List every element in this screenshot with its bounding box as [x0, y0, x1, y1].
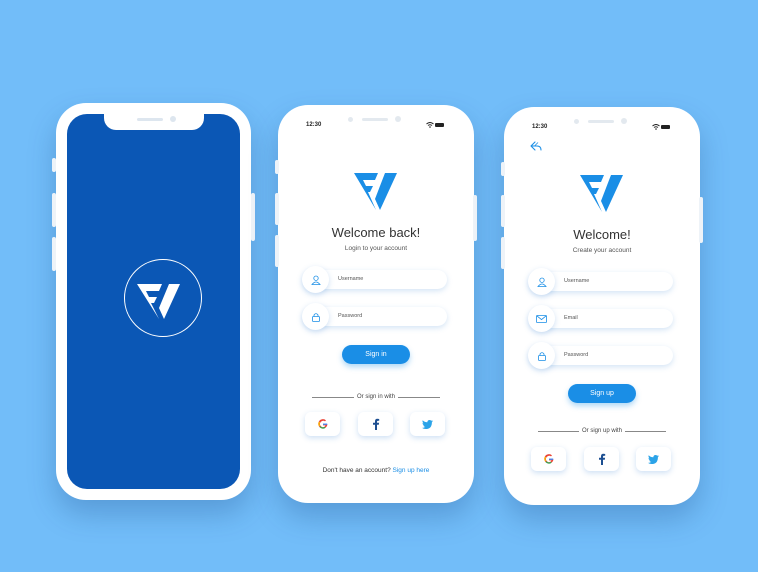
- username-field[interactable]: Username: [528, 268, 673, 295]
- google-icon: [543, 454, 553, 464]
- divider-text: Or sign up with: [581, 428, 623, 434]
- sensor: [574, 119, 579, 124]
- mail-icon: [528, 305, 555, 332]
- google-button[interactable]: [305, 412, 340, 436]
- speaker-grille: [588, 120, 614, 123]
- splash-screen: [67, 114, 240, 489]
- twitter-button[interactable]: [636, 447, 671, 471]
- brand-logo-icon: [136, 283, 180, 319]
- twitter-icon: [648, 454, 659, 464]
- google-button[interactable]: [531, 447, 566, 471]
- lock-icon: [302, 303, 329, 330]
- phone-notch: [103, 114, 204, 130]
- social-divider: Or sign up with: [538, 427, 666, 435]
- user-icon: [528, 268, 555, 295]
- facebook-icon: [372, 418, 379, 430]
- page-title: Welcome!: [573, 227, 631, 242]
- password-field[interactable]: Password: [302, 303, 447, 330]
- brand-logo-icon: [580, 175, 623, 212]
- status-bar: 12:30: [278, 105, 474, 135]
- phone-side-button: [501, 195, 505, 227]
- page-subtitle: Create your account: [572, 247, 632, 254]
- phone-side-button: [501, 162, 505, 176]
- sign-up-link[interactable]: Sign up here: [393, 467, 430, 474]
- page-subtitle: Login to your account: [344, 245, 408, 252]
- phone-side-button: [52, 193, 56, 227]
- username-placeholder: Username: [564, 278, 590, 284]
- status-time: 12:30: [306, 122, 322, 128]
- phone-side-button: [251, 193, 255, 241]
- phone-side-button: [52, 237, 56, 271]
- twitter-button[interactable]: [410, 412, 445, 436]
- sign-in-button[interactable]: Sign in: [342, 345, 410, 364]
- twitter-icon: [422, 419, 433, 429]
- signup-prompt-text: Don't have an account?: [322, 467, 391, 474]
- front-camera: [621, 118, 627, 124]
- front-camera: [169, 116, 176, 122]
- status-bar: 12:30: [504, 107, 700, 137]
- facebook-button[interactable]: [584, 447, 619, 471]
- front-camera: [395, 116, 401, 122]
- email-placeholder: Email: [564, 315, 578, 321]
- facebook-button[interactable]: [358, 412, 393, 436]
- login-phone: 12:30 Welcome back! Login to your accoun…: [275, 105, 477, 503]
- facebook-icon: [598, 453, 605, 465]
- phone-side-button: [275, 160, 279, 174]
- back-icon[interactable]: [530, 141, 542, 152]
- battery-icon: [435, 123, 444, 127]
- lock-icon: [528, 342, 555, 369]
- google-icon: [317, 419, 327, 429]
- sign-up-button[interactable]: Sign up: [568, 384, 636, 403]
- phone-side-button: [52, 158, 56, 172]
- speaker-grille: [362, 118, 388, 121]
- username-field[interactable]: Username: [302, 266, 447, 293]
- phone-side-button: [275, 193, 279, 225]
- social-divider: Or sign in with: [312, 393, 441, 401]
- signup-phone: 12:30 Welcome! Create your account Usern…: [501, 107, 703, 505]
- divider-text: Or sign in with: [357, 394, 396, 400]
- password-placeholder: Password: [338, 313, 363, 319]
- email-field[interactable]: Email: [528, 305, 673, 332]
- status-time: 12:30: [532, 124, 548, 130]
- password-field[interactable]: Password: [528, 342, 673, 369]
- brand-logo-icon: [354, 173, 397, 210]
- password-placeholder: Password: [564, 352, 589, 358]
- battery-icon: [661, 125, 670, 129]
- sensor: [348, 117, 353, 122]
- wifi-icon: [652, 124, 660, 130]
- wifi-icon: [426, 122, 434, 128]
- signup-prompt: Don't have an account? Sign up here: [278, 467, 474, 474]
- page-title: Welcome back!: [331, 225, 421, 240]
- splash-phone: [52, 103, 255, 500]
- splash-logo: [124, 259, 202, 337]
- user-icon: [302, 266, 329, 293]
- speaker-grille: [136, 118, 163, 121]
- username-placeholder: Username: [338, 276, 364, 282]
